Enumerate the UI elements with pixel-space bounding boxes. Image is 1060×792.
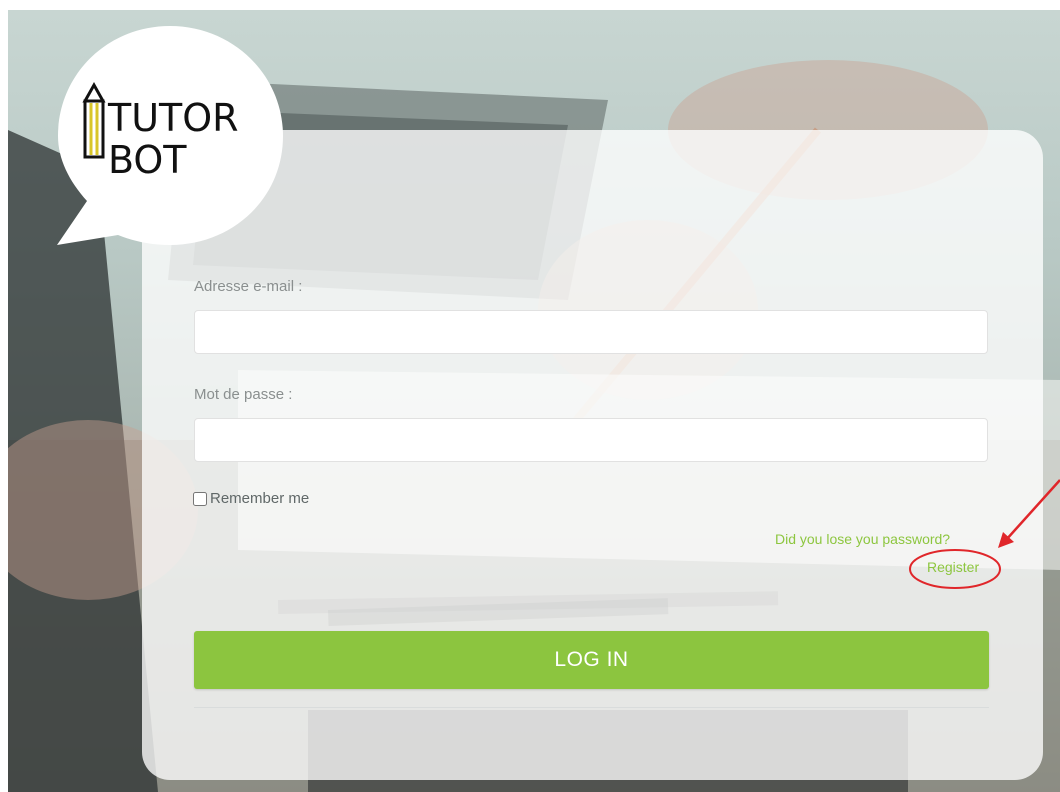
remember-me-label[interactable]: Remember me: [210, 490, 309, 507]
lost-password-link[interactable]: Did you lose you password?: [775, 531, 950, 547]
logo-text-line2: BOT: [108, 138, 187, 182]
tutorbot-logo: TUTOR BOT: [57, 26, 283, 245]
email-input[interactable]: [194, 310, 988, 354]
email-label: Adresse e-mail :: [194, 278, 303, 295]
remember-me-checkbox[interactable]: [193, 491, 207, 506]
password-label: Mot de passe :: [194, 386, 293, 403]
divider: [194, 707, 989, 708]
register-link[interactable]: Register: [927, 559, 979, 575]
login-page: TUTOR BOT Adresse e-mail : Mot de passe …: [0, 0, 1060, 792]
remember-me-row: Remember me: [193, 490, 309, 507]
login-button[interactable]: LOG IN: [194, 631, 989, 689]
password-input[interactable]: [194, 418, 988, 462]
logo-text-line1: TUTOR: [107, 96, 239, 140]
